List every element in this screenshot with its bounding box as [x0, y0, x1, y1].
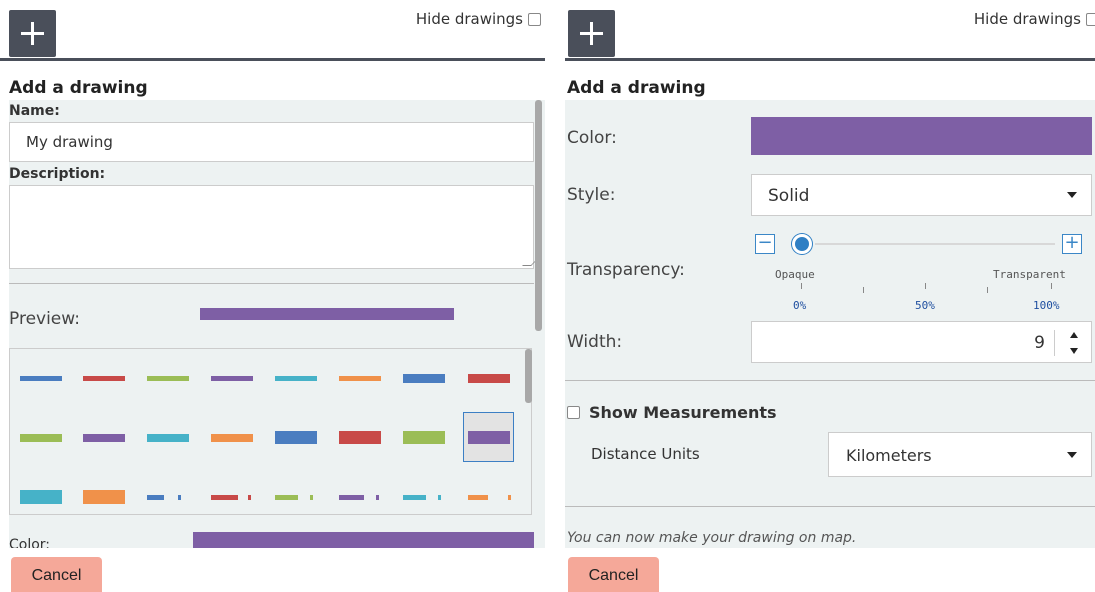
tick-mark: [1051, 283, 1052, 289]
palette-scrollbar[interactable]: [525, 349, 532, 403]
swatch-cyan-dash[interactable]: [438, 495, 441, 500]
style-form: Color: Style: Solid Transparency: − + Op…: [565, 100, 1095, 548]
distance-units-select[interactable]: Kilometers: [828, 432, 1092, 477]
toolbar-divider: [565, 58, 1095, 61]
transparency-slider-thumb[interactable]: [792, 234, 812, 254]
swatch-orange-dash[interactable]: [468, 495, 488, 500]
divider: [565, 506, 1095, 507]
swatch-red-thin[interactable]: [83, 376, 125, 381]
name-input[interactable]: My drawing: [9, 122, 534, 162]
form-scrollbar[interactable]: [535, 100, 542, 331]
swatch-green-dash[interactable]: [275, 495, 298, 500]
toolbar-divider: [0, 58, 545, 61]
swatch-blue-medium[interactable]: [403, 374, 445, 383]
add-drawing-button[interactable]: [568, 10, 615, 57]
add-drawing-button[interactable]: [9, 10, 56, 57]
swatch-red-dash[interactable]: [248, 495, 251, 500]
swatch-green-thin[interactable]: [147, 376, 189, 381]
divider: [9, 283, 534, 284]
swatch-orange-thick[interactable]: [211, 434, 253, 442]
distance-units-label: Distance Units: [591, 445, 700, 463]
swatch-green-thick[interactable]: [20, 434, 62, 442]
style-select[interactable]: Solid: [751, 174, 1092, 216]
tick-mark: [801, 283, 802, 289]
swatch-cyan-xthick[interactable]: [20, 490, 62, 504]
hide-drawings-checkbox[interactable]: [1086, 12, 1095, 26]
instruction-text: You can now make your drawing on map.: [567, 530, 857, 546]
preview-label: Preview:: [9, 309, 80, 329]
spin-down-icon[interactable]: [1070, 348, 1078, 354]
swatch-cyan-thick[interactable]: [147, 434, 189, 442]
show-measurements-checkbox[interactable]: [567, 406, 580, 419]
color-label-partial: Color:: [9, 537, 51, 548]
swatch-cyan-dash[interactable]: [403, 495, 426, 500]
tick-mark: [863, 287, 864, 293]
tick-mark: [925, 283, 926, 289]
swatch-green-dash[interactable]: [310, 495, 313, 500]
left-drawing-panel: Hide drawings Add a drawing Name: My dra…: [0, 0, 545, 592]
drawing-form: Name: My drawing Description: Preview: C…: [9, 100, 545, 548]
tick-label-0: 0%: [793, 299, 807, 312]
chevron-down-icon: [1067, 451, 1077, 458]
color-picker[interactable]: [751, 117, 1092, 155]
hide-drawings-toggle[interactable]: Hide drawings: [974, 10, 1095, 28]
tick-mark: [987, 287, 988, 293]
hide-drawings-label: Hide drawings: [973, 10, 1081, 28]
description-label: Description:: [9, 166, 106, 182]
color-preview-bar[interactable]: [193, 532, 534, 548]
transparency-minus-button[interactable]: −: [755, 234, 775, 254]
transparent-label: Transparent: [993, 268, 1066, 281]
distance-units-value: Kilometers: [846, 446, 932, 465]
swatch-purple-dash[interactable]: [339, 495, 364, 500]
hide-drawings-label: Hide drawings: [415, 10, 523, 28]
spin-up-icon[interactable]: [1070, 332, 1078, 338]
width-number-input[interactable]: 9: [751, 321, 1092, 363]
width-label: Width:: [567, 332, 623, 352]
swatch-blue-dash[interactable]: [147, 495, 164, 500]
swatch-purple-thin[interactable]: [211, 376, 253, 381]
hide-drawings-checkbox[interactable]: [528, 12, 541, 26]
panel-title: Add a drawing: [567, 78, 706, 98]
description-textarea[interactable]: [9, 185, 540, 269]
tick-label-50: 50%: [915, 299, 935, 312]
transparency-label: Transparency:: [567, 260, 685, 280]
swatch-blue-dash[interactable]: [178, 495, 181, 500]
chevron-down-icon: [1067, 192, 1077, 198]
cancel-button[interactable]: Cancel: [568, 557, 659, 592]
name-label: Name:: [9, 103, 60, 119]
transparency-plus-button[interactable]: +: [1062, 234, 1082, 254]
style-select-value: Solid: [768, 186, 810, 206]
opaque-label: Opaque: [775, 268, 815, 281]
tick-label-100: 100%: [1033, 299, 1060, 312]
preview-line: [200, 308, 454, 320]
cancel-button[interactable]: Cancel: [11, 557, 102, 592]
swatch-red-medium[interactable]: [468, 374, 510, 383]
swatch-purple-thick[interactable]: [83, 434, 125, 442]
line-style-palette: [9, 348, 532, 515]
right-drawing-panel: Hide drawings Add a drawing Color: Style…: [565, 0, 1095, 592]
swatch-orange-dash[interactable]: [508, 495, 511, 500]
swatch-orange-xthick[interactable]: [83, 490, 125, 504]
swatch-blue-thin[interactable]: [20, 376, 62, 381]
panel-title: Add a drawing: [9, 78, 148, 98]
color-label: Color:: [567, 128, 617, 148]
width-value: 9: [1034, 333, 1045, 353]
swatch-purple-dash[interactable]: [376, 495, 379, 500]
swatch-green-xthick[interactable]: [403, 431, 445, 444]
swatch-cyan-thin[interactable]: [275, 376, 317, 381]
swatch-red-dash[interactable]: [211, 495, 238, 500]
style-label: Style:: [567, 185, 616, 205]
swatch-orange-thin[interactable]: [339, 376, 381, 381]
swatch-blue-thick[interactable]: [275, 431, 317, 444]
spinner-divider: [1054, 330, 1055, 356]
swatch-purple-xthick-selected[interactable]: [468, 431, 510, 444]
divider: [565, 380, 1095, 381]
transparency-slider-track[interactable]: [815, 243, 1055, 245]
show-measurements-toggle[interactable]: Show Measurements: [567, 403, 777, 422]
swatch-red-thick[interactable]: [339, 431, 381, 444]
hide-drawings-toggle[interactable]: Hide drawings: [416, 10, 541, 28]
show-measurements-label: Show Measurements: [589, 403, 777, 422]
